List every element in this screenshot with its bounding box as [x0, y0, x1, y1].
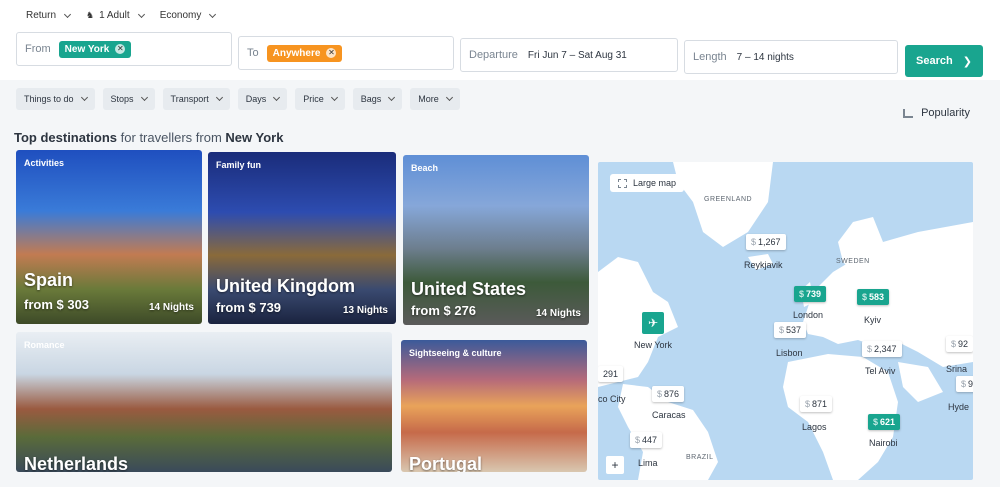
length-field[interactable]: Length 7 – 14 nights — [684, 40, 898, 74]
price-pin[interactable]: $9 — [956, 376, 973, 392]
map-region-label: BRAZIL — [686, 454, 714, 461]
trip-type-select[interactable]: Return — [26, 10, 72, 21]
card-price: from $ 739 — [216, 300, 282, 315]
chevron-right-icon: ❯ — [962, 55, 972, 68]
large-map-button[interactable]: Large map — [610, 174, 685, 192]
map-city-label: London — [793, 310, 824, 320]
card-destination: Netherlands — [24, 454, 129, 472]
passengers-select[interactable]: ♞ 1 Adult — [86, 10, 145, 21]
map-city-label: Nairobi — [869, 438, 898, 448]
price-pin[interactable]: $1,267 — [746, 234, 786, 250]
price-pin[interactable]: $583 — [857, 289, 890, 305]
map-city-label: Srina — [946, 364, 968, 374]
map-city-label: Lima — [638, 458, 658, 468]
map-city-label: Reykjavik — [744, 260, 783, 270]
to-chip[interactable]: Anywhere ✕ — [266, 44, 343, 62]
departure-value: Fri Jun 7 – Sat Aug 31 — [527, 49, 627, 61]
map-city-label: Hyde — [948, 402, 970, 412]
card-nights: 14 Nights — [535, 308, 581, 319]
card-destination: United Kingdom — [216, 276, 355, 296]
card-destination: Portugal — [409, 454, 483, 472]
length-label: Length — [693, 51, 727, 63]
map-region-label: SWEDEN — [836, 258, 870, 265]
price-pin[interactable]: $871 — [800, 396, 833, 412]
price-pin[interactable]: $447 — [630, 432, 663, 448]
card-destination: United States — [411, 279, 527, 299]
remove-icon[interactable]: ✕ — [326, 48, 337, 58]
price-pin[interactable]: 291 — [598, 366, 624, 382]
remove-icon[interactable]: ✕ — [115, 44, 126, 54]
card-destination: Spain — [24, 270, 74, 290]
card-tag: Beach — [411, 163, 439, 173]
filter-more[interactable]: More — [410, 88, 460, 110]
price-pin[interactable]: $92 — [946, 336, 973, 352]
card-tag: Sightseeing & culture — [409, 348, 502, 358]
map-city-label: Lagos — [802, 422, 827, 432]
chevron-down-icon — [63, 10, 72, 18]
from-label: From — [25, 43, 51, 55]
card-tag: Romance — [24, 340, 65, 350]
map-city-label: co City — [598, 394, 626, 404]
chevron-down-icon — [209, 10, 217, 18]
from-field[interactable]: From New York ✕ — [16, 32, 232, 66]
to-label: To — [247, 47, 259, 59]
sort-icon — [903, 108, 914, 118]
filter-price[interactable]: Price — [295, 88, 345, 110]
filter-bar: Things to do Stops Transport Days Price … — [16, 88, 460, 110]
person-icon: ♞ — [86, 10, 95, 20]
filter-bags[interactable]: Bags — [352, 88, 403, 110]
destination-card-portugal[interactable]: Sightseeing & culture Portugal — [401, 340, 587, 472]
zoom-in-button[interactable]: + — [606, 456, 624, 474]
destinations-map[interactable]: Large map GREENLAND SWEDEN BRAZIL ✈ New … — [598, 162, 973, 480]
filter-days[interactable]: Days — [237, 88, 288, 110]
page-title: Top destinations for travellers from New… — [14, 130, 284, 145]
to-field[interactable]: To Anywhere ✕ — [238, 36, 454, 70]
search-button[interactable]: Search ❯ — [905, 45, 983, 77]
price-pin[interactable]: $739 — [794, 286, 827, 302]
from-chip[interactable]: New York ✕ — [58, 40, 132, 58]
map-city-label: Caracas — [652, 410, 686, 420]
price-pin[interactable]: $621 — [868, 414, 901, 430]
chevron-down-icon — [330, 93, 338, 102]
sort-select[interactable]: Popularity — [903, 107, 970, 119]
map-region-label: GREENLAND — [704, 196, 753, 203]
destination-card-united-kingdom[interactable]: Family fun United Kingdom from $ 739 13 … — [208, 152, 396, 324]
expand-icon — [618, 178, 627, 188]
map-city-label: Tel Aviv — [865, 366, 896, 376]
card-price: from $ 276 — [411, 303, 477, 318]
chevron-down-icon — [388, 93, 396, 102]
card-tag: Family fun — [216, 160, 262, 170]
chevron-down-icon — [137, 10, 145, 18]
price-pin[interactable]: $876 — [652, 386, 685, 402]
departure-field[interactable]: Departure Fri Jun 7 – Sat Aug 31 — [460, 38, 678, 72]
card-tag: Activities — [24, 158, 65, 168]
price-pin[interactable]: $537 — [774, 322, 807, 338]
chevron-down-icon — [80, 93, 88, 102]
filter-stops[interactable]: Stops — [102, 88, 155, 110]
destination-card-netherlands[interactable]: Romance Netherlands — [16, 332, 392, 472]
chevron-down-icon — [140, 93, 148, 102]
departure-label: Departure — [469, 49, 518, 61]
card-nights: 13 Nights — [342, 305, 388, 316]
trip-options: Return ♞ 1 Adult Economy — [26, 10, 217, 21]
filter-transport[interactable]: Transport — [162, 88, 230, 110]
chevron-down-icon — [273, 93, 281, 102]
chevron-down-icon — [215, 93, 223, 102]
destination-card-spain[interactable]: Activities Spain from $ 303 14 Nights — [16, 150, 202, 324]
length-value: 7 – 14 nights — [736, 51, 794, 63]
card-nights: 14 Nights — [148, 302, 194, 313]
chevron-down-icon — [445, 93, 453, 102]
price-pin[interactable]: $2,347 — [862, 341, 902, 357]
card-price: from $ 303 — [24, 297, 90, 312]
filter-things-to-do[interactable]: Things to do — [16, 88, 95, 110]
map-city-label: Kyiv — [864, 315, 882, 325]
origin-plane-icon: ✈ — [642, 312, 664, 334]
map-city-label: Lisbon — [776, 348, 803, 358]
destination-card-united-states[interactable]: Beach United States from $ 276 14 Nights — [403, 155, 589, 325]
map-city-label: New York — [634, 340, 673, 350]
cabin-select[interactable]: Economy — [160, 10, 217, 21]
